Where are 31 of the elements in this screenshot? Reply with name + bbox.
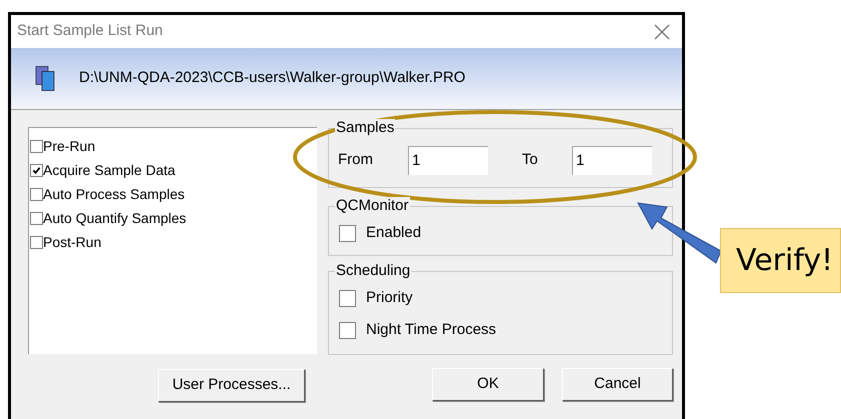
user-processes-button[interactable]: User Processes...: [158, 369, 305, 402]
to-field[interactable]: 1: [572, 146, 652, 174]
window-title: Start Sample List Run: [17, 21, 163, 42]
checkbox[interactable]: [339, 290, 356, 306]
from-field[interactable]: 1: [408, 146, 488, 174]
checkbox[interactable]: [339, 224, 356, 242]
to-label: To: [522, 150, 539, 170]
checkbox-label: Priority: [366, 288, 413, 308]
group-title: QCMonitor: [335, 197, 410, 215]
checkbox-label: Auto Process Samples: [43, 187, 185, 201]
checkbox[interactable]: [30, 188, 43, 200]
checkbox-label: Pre-Run: [43, 139, 96, 153]
checkbox[interactable]: [30, 164, 43, 176]
checkbox-label: Enabled: [366, 222, 422, 243]
group-title: Samples: [335, 119, 396, 137]
checkbox[interactable]: [30, 140, 43, 152]
ok-button[interactable]: OK: [432, 368, 544, 401]
checkbox[interactable]: [339, 322, 356, 338]
checkbox-label: Post-Run: [43, 235, 102, 249]
callout-note: Verify!: [720, 228, 841, 293]
checkbox[interactable]: [30, 236, 43, 248]
cancel-button[interactable]: Cancel: [562, 368, 673, 401]
documents-icon: [35, 65, 55, 92]
checkbox-label: Acquire Sample Data: [43, 163, 176, 177]
checkbox-label: Night Time Process: [366, 320, 496, 340]
close-icon[interactable]: [654, 24, 670, 40]
checkbox-label: Auto Quantify Samples: [43, 211, 186, 225]
group-title: Scheduling: [335, 262, 412, 280]
from-label: From: [338, 150, 374, 170]
project-path: D:\UNM-QDA-2023\CCB-users\Walker-group\Walker.PRO: [79, 68, 466, 88]
checkbox[interactable]: [30, 212, 43, 224]
